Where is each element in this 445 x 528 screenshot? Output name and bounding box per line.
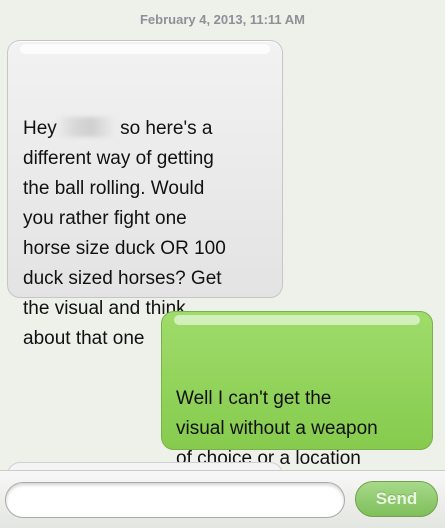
message-text-start: Hey [23,118,57,139]
incoming-message-bubble[interactable]: Hey so here's a different way of getting… [7,40,283,349]
message-timestamp: February 4, 2013, 11:11 AM [139,12,305,27]
bubble-gloss [174,315,420,325]
redacted-name [56,117,115,137]
bubble-gloss [20,44,270,54]
outgoing-message-bubble[interactable]: Well I can't get the visual without a we… [161,311,433,499]
message-thread: February 4, 2013, 11:11 AM Hey so here's… [0,0,445,499]
send-button[interactable]: Send [355,481,438,517]
message-input[interactable] [5,482,345,518]
